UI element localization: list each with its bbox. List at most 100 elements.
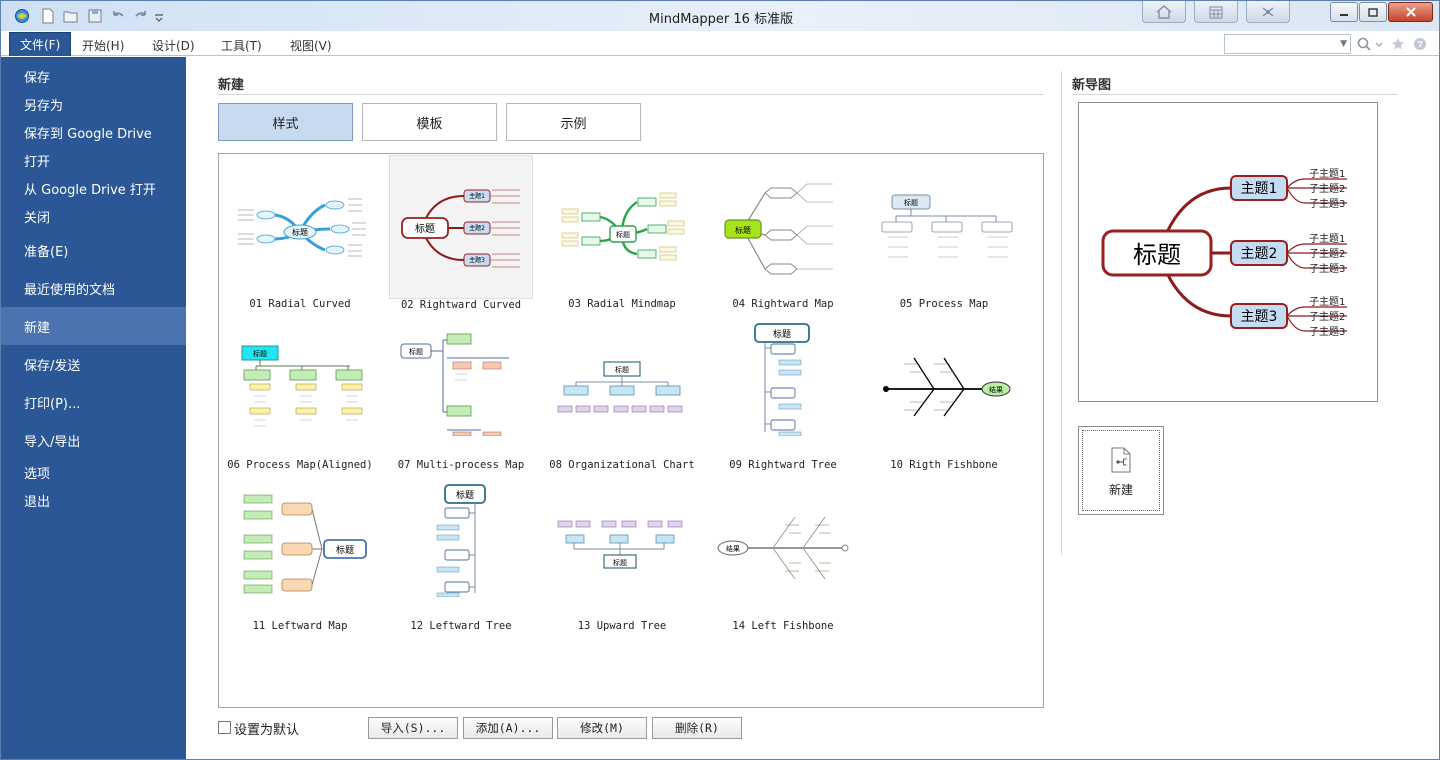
sidebar-item-print[interactable]: 打印(P)... bbox=[1, 389, 186, 415]
style-caption: 14 Left Fishbone bbox=[732, 620, 834, 632]
section-divider bbox=[218, 94, 1044, 95]
thumbnail-upward-tree: 标题 bbox=[557, 520, 683, 569]
menu-design[interactable]: 设计(D) bbox=[142, 34, 205, 56]
backstage-sidebar: 保存 另存为 保存到 Google Drive 打开 从 Google Driv… bbox=[1, 57, 186, 759]
sidebar-item-open-google-drive[interactable]: 从 Google Drive 打开 bbox=[1, 175, 186, 201]
add-button[interactable]: 添加(A)... bbox=[463, 717, 553, 739]
new-label: 新建 bbox=[1108, 483, 1133, 497]
delete-button[interactable]: 删除(R) bbox=[652, 717, 742, 739]
tab-examples[interactable]: 示例 bbox=[506, 103, 641, 141]
style-caption: 06 Process Map(Aligned) bbox=[227, 459, 373, 471]
style-caption: 11 Leftward Map bbox=[252, 620, 348, 632]
sidebar-item-save-google-drive[interactable]: 保存到 Google Drive bbox=[1, 119, 186, 145]
style-card-11[interactable]: 标题 11 Leftward Map bbox=[228, 477, 372, 632]
tab-templates[interactable]: 模板 bbox=[362, 103, 497, 141]
style-card-13[interactable]: 标题 13 Upward Tree bbox=[550, 477, 694, 632]
sidebar-item-options[interactable]: 选项 bbox=[1, 459, 186, 485]
new-document-icon bbox=[1111, 447, 1131, 473]
style-card-01[interactable]: 标题 01 Radial Curved bbox=[228, 155, 372, 310]
thumbnail-leftward-map: 标题 bbox=[243, 494, 367, 594]
maximize-button[interactable] bbox=[1359, 2, 1387, 22]
minimize-button[interactable] bbox=[1330, 2, 1358, 22]
style-card-02[interactable]: 标题 主题1 主题2 主题3 02 Rightward Curved bbox=[389, 155, 533, 311]
menu-file[interactable]: 文件(F) bbox=[9, 32, 72, 56]
help-icon[interactable]: ? bbox=[1412, 36, 1428, 52]
calendar-button[interactable] bbox=[1194, 1, 1238, 23]
chevron-down-icon[interactable]: ▼ bbox=[1340, 39, 1347, 49]
thumbnail-process-map: 标题 bbox=[881, 194, 1013, 258]
style-card-14[interactable]: 结果 14 Left Fishbone bbox=[711, 477, 855, 632]
style-card-05[interactable]: 标题 05 Process Map bbox=[872, 155, 1016, 310]
style-caption: 03 Radial Mindmap bbox=[568, 298, 676, 310]
root-label: 标题 bbox=[415, 223, 435, 235]
style-card-04[interactable]: 标题 04 Rightward Map bbox=[711, 155, 855, 310]
style-caption: 01 Radial Curved bbox=[249, 298, 351, 310]
app-window: MindMapper 16 标准版 文件(F) 开始(H) 设计(D) 工具(T… bbox=[0, 0, 1440, 760]
menu-home[interactable]: 开始(H) bbox=[72, 34, 134, 56]
style-gallery: 标题 01 Radial Curved 标题 主题1 主题2 主题3 02 Righ… bbox=[218, 153, 1044, 708]
result-label: 结果 bbox=[989, 385, 1003, 394]
preview-subtopic: 子主题1 bbox=[1309, 233, 1345, 245]
style-card-08[interactable]: 标题 08 Organizational Chart bbox=[549, 316, 695, 471]
mindmap-icon bbox=[1262, 6, 1274, 17]
sidebar-item-exit[interactable]: 退出 bbox=[1, 487, 186, 513]
style-card-12[interactable]: 标题 12 Leftward Tree bbox=[389, 477, 533, 632]
map-view-button[interactable] bbox=[1246, 1, 1290, 23]
style-card-10[interactable]: 结果 10 Rigth Fishbone bbox=[872, 316, 1016, 471]
preview-subtopic: 子主题2 bbox=[1309, 248, 1345, 260]
sidebar-item-prepare[interactable]: 准备(E) bbox=[1, 237, 186, 263]
sidebar-item-new[interactable]: 新建 bbox=[1, 307, 186, 345]
favorite-star-icon[interactable] bbox=[1390, 36, 1406, 52]
search-input[interactable]: ▼ bbox=[1224, 34, 1351, 54]
preview-subtopic: 子主题2 bbox=[1309, 311, 1345, 323]
preview-subtopic: 子主题3 bbox=[1309, 263, 1345, 275]
root-label: 标题 bbox=[904, 198, 918, 207]
preview-root-label: 标题 bbox=[1133, 241, 1181, 269]
set-default-label: 设置为默认 bbox=[234, 723, 300, 738]
home-button[interactable] bbox=[1142, 1, 1186, 23]
sidebar-item-save-as[interactable]: 另存为 bbox=[1, 91, 186, 117]
style-card-06[interactable]: 标题 06 Process Map(Aligned) bbox=[227, 316, 373, 471]
root-label: 标题 bbox=[615, 365, 629, 374]
create-new-map-button[interactable]: 新建 bbox=[1078, 426, 1164, 515]
menu-tools[interactable]: 工具(T) bbox=[211, 34, 272, 56]
thumbnail-process-map-aligned: 标题 bbox=[241, 345, 363, 427]
thumbnail-left-fishbone: 结果 bbox=[717, 516, 849, 580]
search-icon[interactable] bbox=[1356, 36, 1372, 52]
style-preview: 标题 主题1 主题2 主题3 子主题1 子主题2 子主题3 子主题1 子主题2 … bbox=[1078, 102, 1378, 402]
style-card-09[interactable]: 标题 09 Rightward Tree bbox=[711, 316, 855, 471]
style-caption: 10 Rigth Fishbone bbox=[890, 459, 998, 471]
menu-view[interactable]: 视图(V) bbox=[280, 34, 342, 56]
style-caption: 05 Process Map bbox=[899, 298, 989, 310]
preview-subtopic: 子主题1 bbox=[1309, 168, 1345, 180]
preview-divider bbox=[1072, 94, 1398, 95]
sidebar-item-save[interactable]: 保存 bbox=[1, 63, 186, 89]
thumbnail-rightward-map: 标题 bbox=[724, 183, 833, 275]
menu-bar: 文件(F) 开始(H) 设计(D) 工具(T) 视图(V) ▼ ? bbox=[1, 31, 1439, 56]
set-default-checkbox[interactable] bbox=[218, 721, 231, 734]
style-card-07[interactable]: 标题 07 Multi-process Map bbox=[389, 316, 533, 471]
sidebar-item-import-export[interactable]: 导入/导出 bbox=[1, 427, 186, 453]
svg-text:?: ? bbox=[1417, 40, 1423, 50]
thumbnail-rightward-tree: 标题 bbox=[754, 323, 810, 436]
search-options-icon[interactable] bbox=[1374, 36, 1384, 52]
topic-label: 主题2 bbox=[469, 224, 485, 232]
thumbnail-rightward-curved: 标题 主题1 主题2 主题3 bbox=[401, 189, 520, 268]
modify-button[interactable]: 修改(M) bbox=[557, 717, 647, 739]
sidebar-item-close[interactable]: 关闭 bbox=[1, 203, 186, 229]
sidebar-item-open[interactable]: 打开 bbox=[1, 147, 186, 173]
preview-subtopic: 子主题3 bbox=[1309, 326, 1345, 338]
style-caption: 13 Upward Tree bbox=[577, 620, 667, 632]
panel-divider bbox=[1061, 71, 1062, 555]
root-label: 标题 bbox=[735, 225, 751, 235]
root-label: 标题 bbox=[292, 227, 308, 237]
close-button[interactable] bbox=[1388, 2, 1433, 22]
import-button[interactable]: 导入(S)... bbox=[368, 717, 458, 739]
sidebar-item-recent[interactable]: 最近使用的文档 bbox=[1, 275, 186, 301]
root-label: 标题 bbox=[253, 349, 267, 358]
sidebar-item-save-send[interactable]: 保存/发送 bbox=[1, 351, 186, 377]
root-label: 标题 bbox=[773, 328, 791, 340]
preview-subtopic: 子主题3 bbox=[1309, 198, 1345, 210]
tab-styles[interactable]: 样式 bbox=[218, 103, 353, 141]
style-card-03[interactable]: 标题 03 Radial Mindmap bbox=[550, 155, 694, 310]
